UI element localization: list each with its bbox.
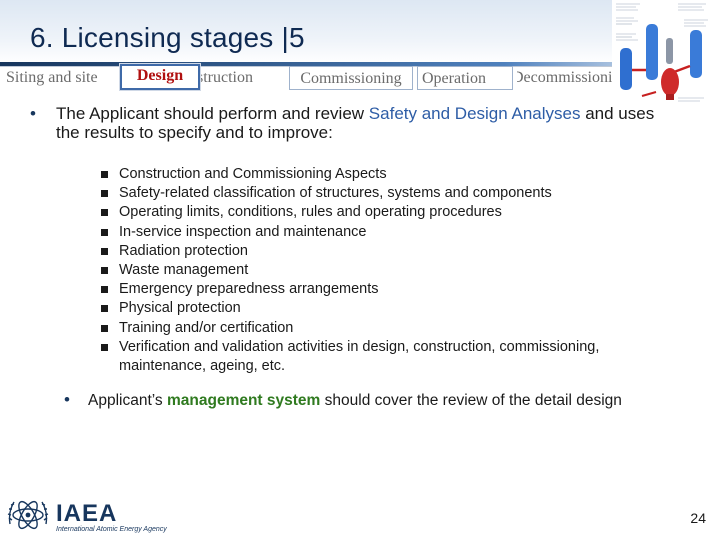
list-item-text: Safety-related classification of structu… (119, 185, 552, 202)
bullet-dot: • (64, 390, 70, 409)
sub-bullet-list: Construction and Commissioning Aspects S… (100, 165, 660, 376)
stage-design-active[interactable]: Design (120, 64, 200, 90)
stage-construction[interactable]: nstruction (201, 66, 285, 90)
list-item-text: Training and/or certification (119, 319, 294, 336)
square-bullet-icon (101, 324, 108, 332)
list-item: Physical protection (100, 299, 660, 318)
page-number: 24 (690, 510, 706, 526)
list-item-text: Radiation protection (119, 242, 248, 259)
bullet-dot: • (30, 104, 36, 123)
reactor-diagram-icon (612, 0, 720, 112)
square-bullet-icon (101, 171, 108, 178)
slide-title: 6. Licensing stages |5 (30, 22, 305, 53)
list-item-text: Verification and validation activities i… (119, 338, 600, 375)
square-bullet-icon (101, 228, 108, 236)
stage-commissioning[interactable]: Commissioning (289, 66, 413, 90)
steam-generator-left (620, 48, 632, 90)
stage-construction-label: nstruction (201, 69, 253, 86)
list-item-text: In-service inspection and maintenance (119, 223, 367, 240)
second-bullet-text: Applicant’s management system should cov… (88, 391, 664, 410)
pressurizer (666, 38, 673, 64)
stage-operation[interactable]: Operation (417, 66, 513, 90)
list-item: Emergency preparedness arrangements (100, 280, 660, 299)
main-bullet-highlight: Safety and Design Analyses (368, 104, 581, 123)
second-bullet-prefix: Applicant’s (88, 392, 167, 409)
licensing-stages-bar: Siting and site Design nstruction Commis… (0, 64, 650, 90)
list-item: Waste management (100, 261, 660, 280)
main-bullet-prefix: The Applicant should perform and review (56, 104, 369, 123)
second-bullet-highlight: management system (166, 392, 321, 409)
list-item-text: Operating limits, conditions, rules and … (119, 204, 502, 221)
list-item: Construction and Commissioning Aspects (100, 165, 660, 184)
list-item: Safety-related classification of structu… (100, 184, 660, 203)
list-item-text: Emergency preparedness arrangements (119, 281, 379, 298)
iaea-logo-text: IAEA (56, 500, 118, 527)
square-bullet-icon (101, 305, 108, 313)
square-bullet-icon (101, 190, 108, 198)
list-item-text: Construction and Commissioning Aspects (119, 166, 387, 182)
list-item: Verification and validation activities i… (100, 338, 660, 376)
list-item: Radiation protection (100, 242, 660, 261)
square-bullet-icon (101, 209, 108, 217)
iaea-logo-subtitle: International Atomic Energy Agency (56, 526, 167, 533)
iaea-emblem-icon (7, 500, 49, 530)
list-item-text: Physical protection (119, 300, 241, 317)
reactor-vessel (661, 68, 679, 96)
steam-generator-mid (646, 24, 658, 80)
steam-generator-right (690, 30, 702, 78)
main-bullet-text: The Applicant should perform and review … (56, 104, 680, 142)
square-bullet-icon (101, 267, 108, 275)
stage-siting[interactable]: Siting and site (6, 66, 118, 90)
list-item: Training and/or certification (100, 319, 660, 338)
square-bullet-icon (101, 247, 108, 255)
list-item: Operating limits, conditions, rules and … (100, 203, 660, 222)
square-bullet-icon (101, 343, 108, 351)
list-item-text: Waste management (119, 262, 249, 279)
list-item: In-service inspection and maintenance (100, 223, 660, 242)
second-bullet-suffix: should cover the review of the detail de… (320, 392, 622, 409)
square-bullet-icon (101, 286, 108, 294)
